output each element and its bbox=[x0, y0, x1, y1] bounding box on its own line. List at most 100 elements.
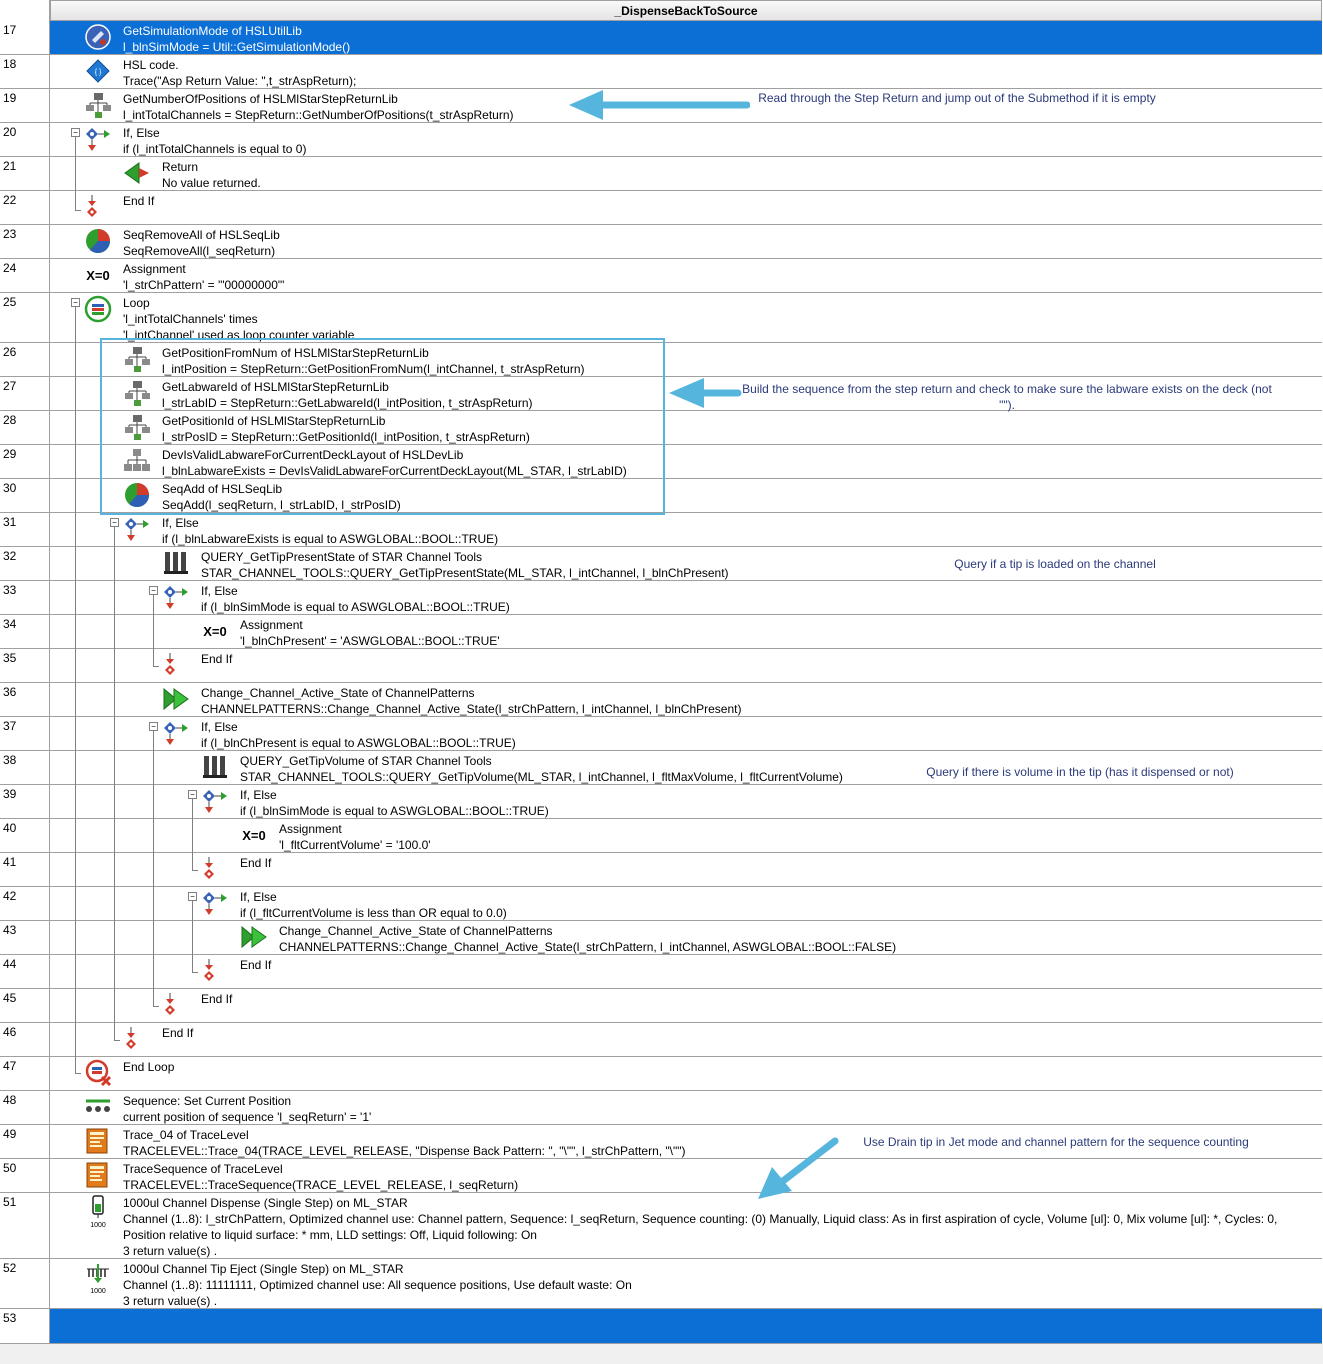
step-text: Return No value returned. bbox=[162, 159, 261, 191]
tree-guide-tick bbox=[114, 1040, 120, 1041]
return-icon bbox=[123, 159, 151, 187]
step-row[interactable]: 44 End If bbox=[0, 955, 1322, 989]
submethod-title: _DispenseBackToSource bbox=[50, 0, 1322, 21]
if-else-icon bbox=[162, 583, 190, 611]
loop-icon bbox=[84, 295, 112, 323]
assignment-icon: X=0 bbox=[201, 617, 229, 645]
line-number: 52 bbox=[0, 1259, 50, 1308]
collapse-toggle[interactable]: − bbox=[71, 128, 80, 137]
tree-guide-tick bbox=[192, 972, 198, 973]
library-tree-icon bbox=[84, 91, 112, 119]
step-row[interactable]: 48 Sequence: Set Current Position current … bbox=[0, 1091, 1322, 1125]
svg-text:1000: 1000 bbox=[90, 1222, 106, 1229]
step-row[interactable]: 25 Loop'l_intTotalChannels' times'l_intCh… bbox=[0, 293, 1322, 343]
step-detail: Channel (1..8): 11111111, Optimized chan… bbox=[123, 1278, 632, 1292]
end-loop-icon bbox=[84, 1059, 112, 1087]
step-row[interactable]: 41 End If bbox=[0, 853, 1322, 887]
line-number: 45 bbox=[0, 989, 50, 1022]
channel-pattern-icon bbox=[240, 923, 268, 951]
step-row[interactable]: 33 If, Else if (l_blnSimMode is equal to A… bbox=[0, 581, 1322, 615]
step-text: End If bbox=[240, 855, 271, 871]
step-row[interactable]: 50 TraceSequence of TraceLevel TRACELEVEL:… bbox=[0, 1159, 1322, 1193]
step-text: If, Else if (l_blnSimMode is equal to ASW… bbox=[240, 787, 549, 819]
step-text: If, Else if (l_intTotalChannels is equal … bbox=[123, 125, 306, 157]
step-detail: 'l_intTotalChannels' times bbox=[123, 312, 258, 326]
step-row[interactable]: 34 X=0 Assignment 'l_blnChPresent' = 'ASWGL… bbox=[0, 615, 1322, 649]
step-title: Change_Channel_Active_State of ChannelPa… bbox=[279, 924, 553, 938]
step-title: QUERY_GetTipVolume of STAR Channel Tools bbox=[240, 754, 492, 768]
step-row[interactable]: 47 End Loop bbox=[0, 1057, 1322, 1091]
step-row[interactable]: 40 X=0 Assignment 'l_fltCurrentVolume' = '1… bbox=[0, 819, 1322, 853]
gutter-header bbox=[0, 0, 50, 21]
step-title: End If bbox=[201, 652, 233, 666]
collapse-toggle[interactable]: − bbox=[149, 586, 158, 595]
svg-text:X=0: X=0 bbox=[86, 268, 110, 283]
assignment-icon: X=0 bbox=[240, 821, 268, 849]
step-detail: 'l_strChPattern' = '"00000000"' bbox=[123, 278, 285, 292]
step-row[interactable]: 46 End If bbox=[0, 1023, 1322, 1057]
line-number: 19 bbox=[0, 89, 50, 122]
step-detail: if (l_blnSimMode is equal to ASWGLOBAL::… bbox=[240, 804, 549, 818]
step-detail: 'l_blnChPresent' = 'ASWGLOBAL::BOOL::TRU… bbox=[240, 634, 500, 648]
step-row[interactable]: 39 If, Else if (l_blnSimMode is equal to A… bbox=[0, 785, 1322, 819]
step-row[interactable]: 17 GetSimulationMode of HSLUtilLib l_blnSi… bbox=[0, 21, 1322, 55]
step-row[interactable]: 36 Change_Channel_Active_State of Channel… bbox=[0, 683, 1322, 717]
step-row[interactable]: 18 { } HSL code. Trace("Asp Return Value: "… bbox=[0, 55, 1322, 89]
tree-guide-line bbox=[192, 797, 193, 870]
step-row[interactable]: 53 bbox=[0, 1309, 1322, 1344]
step-text: If, Else if (l_fltCurrentVolume is less t… bbox=[240, 889, 507, 921]
step-row[interactable]: 23 SeqRemoveAll of HSLSeqLib SeqRemoveAll(… bbox=[0, 225, 1322, 259]
arrow-drain-tip bbox=[758, 1137, 839, 1199]
step-title: Change_Channel_Active_State of ChannelPa… bbox=[201, 686, 475, 700]
step-row[interactable]: 35 End If bbox=[0, 649, 1322, 683]
line-number: 42 bbox=[0, 887, 50, 920]
end-if-icon bbox=[162, 651, 190, 679]
step-row[interactable]: 24 X=0 Assignment 'l_strChPattern' = '"0000… bbox=[0, 259, 1322, 293]
line-number: 49 bbox=[0, 1125, 50, 1158]
end-if-icon bbox=[201, 957, 229, 985]
util-icon bbox=[84, 23, 112, 51]
note-query-tip: Query if a tip is loaded on the channel bbox=[954, 557, 1156, 571]
svg-text:X=0: X=0 bbox=[203, 624, 227, 639]
line-number: 35 bbox=[0, 649, 50, 682]
if-else-icon bbox=[123, 515, 151, 543]
step-detail: if (l_fltCurrentVolume is less than OR e… bbox=[240, 906, 507, 920]
status-strip bbox=[0, 1344, 1323, 1364]
step-detail: Trace("Asp Return Value: ",t_strAspRetur… bbox=[123, 74, 357, 88]
note-drain-tip: Use Drain tip in Jet mode and channel pa… bbox=[863, 1135, 1249, 1149]
step-detail: TRACELEVEL::Trace_04(TRACE_LEVEL_RELEASE… bbox=[123, 1144, 686, 1158]
step-row[interactable]: 31 If, Else if (l_blnLabwareExists is equa… bbox=[0, 513, 1322, 547]
collapse-toggle[interactable]: − bbox=[188, 892, 197, 901]
step-row[interactable]: 37 If, Else if (l_blnChPresent is equal to… bbox=[0, 717, 1322, 751]
collapse-toggle[interactable]: − bbox=[110, 518, 119, 527]
arrow-build-sequence bbox=[669, 378, 742, 408]
step-row[interactable]: 22 End If bbox=[0, 191, 1322, 225]
step-row[interactable]: 45 End If bbox=[0, 989, 1322, 1023]
step-detail: l_intTotalChannels = StepReturn::GetNumb… bbox=[123, 108, 514, 122]
step-detail: STAR_CHANNEL_TOOLS::QUERY_GetTipPresentS… bbox=[201, 566, 729, 580]
step-row[interactable]: 52 1000 1000ul Channel Tip Eject (Single S… bbox=[0, 1259, 1322, 1309]
step-title: QUERY_GetTipPresentState of STAR Channel… bbox=[201, 550, 483, 564]
step-title: Assignment bbox=[279, 822, 342, 836]
step-row[interactable]: 21 Return No value returned. bbox=[0, 157, 1322, 191]
line-number: 47 bbox=[0, 1057, 50, 1090]
step-row[interactable]: 51 1000 1000ul Channel Dispense (Single St… bbox=[0, 1193, 1322, 1259]
collapse-toggle[interactable]: − bbox=[188, 790, 197, 799]
step-title: If, Else bbox=[123, 126, 160, 140]
tree-guide-tick bbox=[153, 666, 159, 667]
step-detail: current position of sequence 'l_seqRetur… bbox=[123, 1110, 372, 1124]
step-title: End If bbox=[201, 992, 233, 1006]
tip-eject-icon: 1000 bbox=[84, 1261, 112, 1295]
tree-guide-line bbox=[75, 305, 76, 1073]
line-number: 51 bbox=[0, 1193, 50, 1258]
step-row[interactable]: 42 If, Else if (l_fltCurrentVolume is less… bbox=[0, 887, 1322, 921]
collapse-toggle[interactable]: − bbox=[149, 722, 158, 731]
line-number: 31 bbox=[0, 513, 50, 546]
line-number: 17 bbox=[0, 21, 50, 54]
step-title: GetNumberOfPositions of HSLMlStarStepRet… bbox=[123, 92, 398, 106]
step-text: If, Else if (l_blnLabwareExists is equal … bbox=[162, 515, 498, 547]
step-row[interactable]: 43 Change_Channel_Active_State of Channel… bbox=[0, 921, 1322, 955]
line-number: 20 bbox=[0, 123, 50, 156]
step-row[interactable]: 20 If, Else if (l_intTotalChannels is equa… bbox=[0, 123, 1322, 157]
collapse-toggle[interactable]: − bbox=[71, 298, 80, 307]
